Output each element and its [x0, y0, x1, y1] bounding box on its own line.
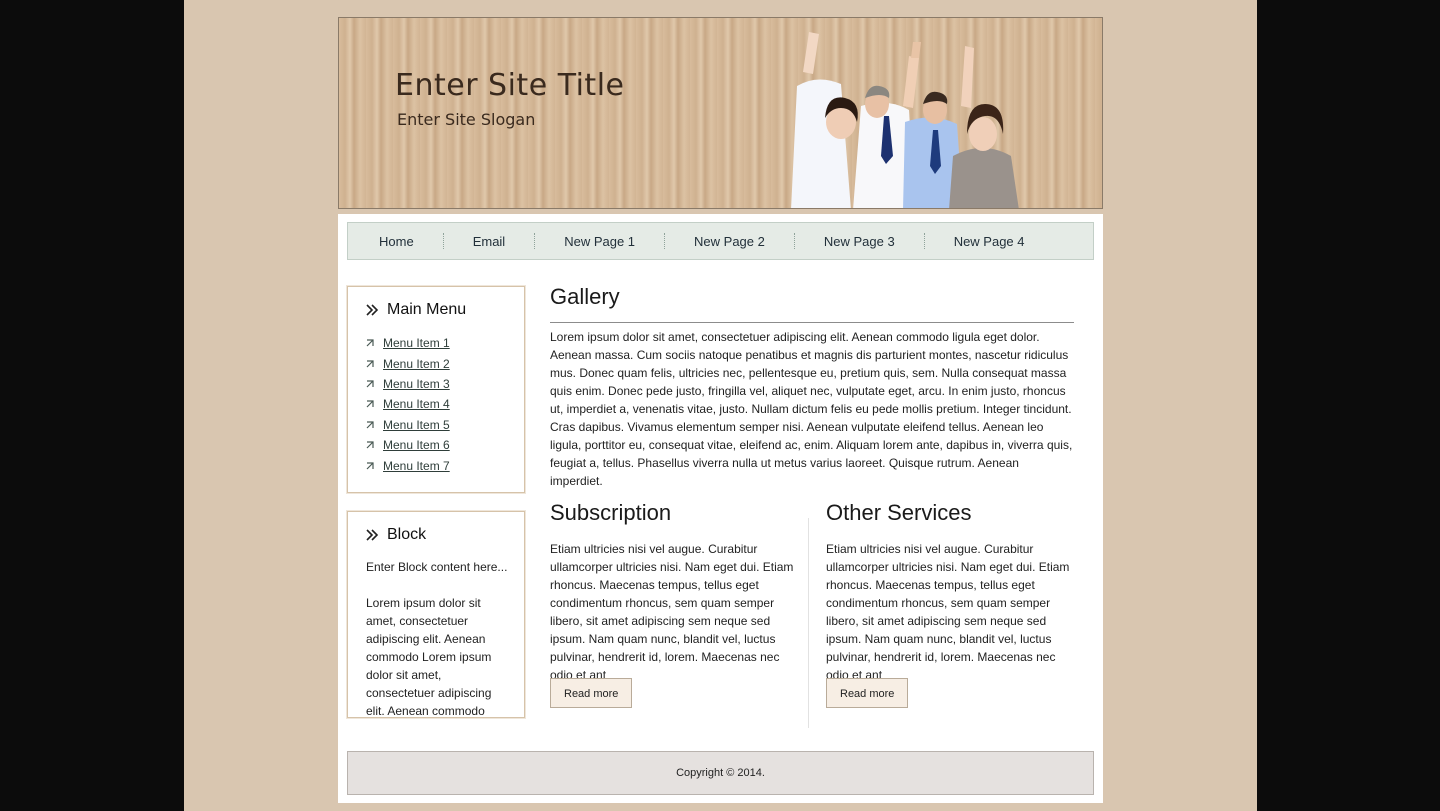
header-people-image [791, 32, 1019, 208]
list-item: Menu Item 1 [366, 333, 450, 353]
list-item: Menu Item 5 [366, 415, 450, 435]
block-box: Block Enter Block content here... Lorem … [347, 511, 525, 718]
list-item: Menu Item 7 [366, 455, 450, 475]
small-arrow-icon [366, 441, 374, 449]
nav-new-page-3[interactable]: New Page 3 [795, 234, 924, 249]
site-header: Enter Site Title Enter Site Slogan [338, 17, 1103, 209]
menu-item-1[interactable]: Menu Item 1 [383, 336, 450, 350]
other-services-section: Other Services Etiam ultricies nisi vel … [826, 500, 1078, 708]
menu-item-7[interactable]: Menu Item 7 [383, 459, 450, 473]
site-title[interactable]: Enter Site Title [395, 68, 624, 103]
main-menu-box: Main Menu Menu Item 1 Menu Item 2 Menu I… [347, 286, 525, 493]
small-arrow-icon [366, 421, 374, 429]
block-title: Block [365, 526, 426, 544]
block-body: Lorem ipsum dolor sit amet, consectetuer… [366, 596, 492, 718]
site-slogan: Enter Site Slogan [397, 110, 536, 129]
list-item: Menu Item 4 [366, 394, 450, 414]
subscription-text: Etiam ultricies nisi vel augue. Curabitu… [550, 542, 794, 682]
nav-new-page-2[interactable]: New Page 2 [665, 234, 794, 249]
column-divider [808, 518, 809, 728]
nav-new-page-1[interactable]: New Page 1 [535, 234, 664, 249]
list-item: Menu Item 3 [366, 374, 450, 394]
menu-item-5[interactable]: Menu Item 5 [383, 418, 450, 432]
list-item: Menu Item 2 [366, 353, 450, 373]
main-menu-list: Menu Item 1 Menu Item 2 Menu Item 3 Menu… [366, 333, 450, 476]
menu-item-2[interactable]: Menu Item 2 [383, 357, 450, 371]
double-chevron-right-icon [366, 304, 379, 316]
gallery-heading: Gallery [550, 284, 620, 309]
other-services-text: Etiam ultricies nisi vel augue. Curabitu… [826, 542, 1070, 682]
menu-item-4[interactable]: Menu Item 4 [383, 397, 450, 411]
small-arrow-icon [366, 461, 374, 469]
block-title-text: Block [387, 526, 427, 543]
heading-divider [550, 322, 1074, 323]
subscription-read-more-button[interactable]: Read more [550, 678, 633, 708]
site-container: Enter Site Title Enter Site Slogan Home … [338, 17, 1103, 803]
block-intro: Enter Block content here... [366, 560, 508, 574]
site-footer: Copyright © 2014. [347, 751, 1094, 795]
nav-new-page-4[interactable]: New Page 4 [925, 234, 1054, 249]
other-services-read-more-button[interactable]: Read more [826, 678, 909, 708]
small-arrow-icon [366, 339, 374, 347]
copyright-text: Copyright © 2014. [676, 767, 765, 779]
top-navigation: Home Email New Page 1 New Page 2 New Pag… [347, 222, 1094, 260]
nav-email[interactable]: Email [444, 234, 535, 249]
menu-item-3[interactable]: Menu Item 3 [383, 377, 450, 391]
gallery-text: Lorem ipsum dolor sit amet, consectetuer… [550, 330, 1073, 488]
menu-item-6[interactable]: Menu Item 6 [383, 438, 450, 452]
subscription-section: Subscription Etiam ultricies nisi vel au… [550, 500, 802, 708]
other-services-heading: Other Services [826, 500, 972, 525]
content-area: Home Email New Page 1 New Page 2 New Pag… [338, 214, 1103, 803]
main-menu-title: Main Menu [365, 301, 466, 319]
double-chevron-right-icon [366, 529, 379, 541]
small-arrow-icon [366, 400, 374, 408]
main-menu-title-text: Main Menu [387, 301, 467, 318]
small-arrow-icon [366, 380, 374, 388]
subscription-heading: Subscription [550, 500, 672, 525]
small-arrow-icon [366, 359, 374, 368]
list-item: Menu Item 6 [366, 435, 450, 455]
nav-home[interactable]: Home [348, 234, 443, 249]
